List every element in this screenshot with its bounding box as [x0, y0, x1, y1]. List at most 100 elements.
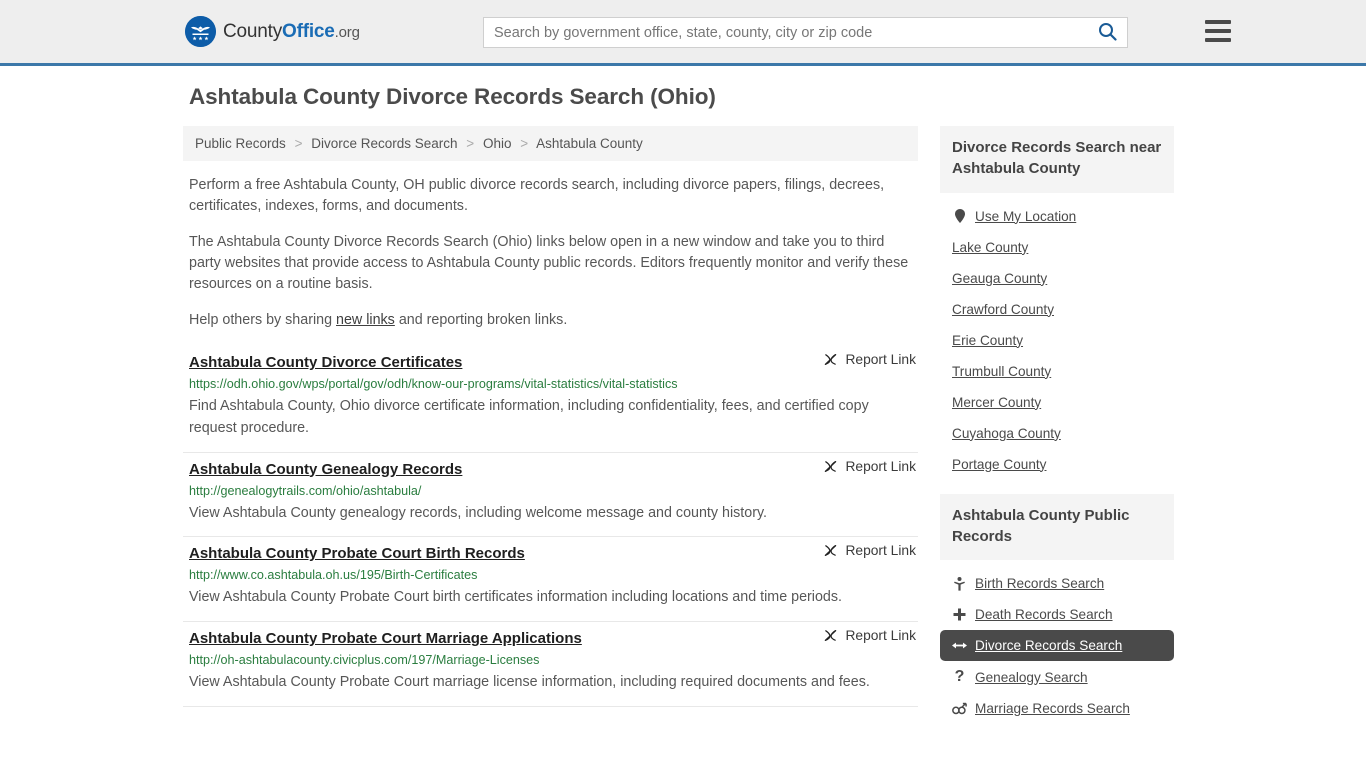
- result-description: View Ashtabula County genealogy records,…: [189, 504, 768, 521]
- result-header: Ashtabula County Probate Court Marriage …: [189, 628, 918, 647]
- result-description: View Ashtabula County Probate Court birt…: [189, 589, 842, 606]
- content-columns: Public Records > Divorce Records Search …: [183, 126, 1183, 738]
- sidebar-item-label: Geauga County: [952, 270, 1048, 286]
- list-item: Divorce Records Search: [940, 630, 1174, 662]
- male-female-icon: [952, 702, 967, 715]
- sidebar-item-label: Genealogy Search: [975, 669, 1088, 685]
- map-pin-icon: [952, 209, 967, 224]
- broken-link-icon: [823, 459, 838, 474]
- list-item: Lake County: [940, 232, 1174, 263]
- broken-link-icon: [823, 543, 838, 558]
- sidebar-item-divorce-records-search[interactable]: Divorce Records Search: [940, 630, 1174, 662]
- site-logo[interactable]: CountyOffice.org: [185, 16, 360, 47]
- breadcrumb-separator: >: [520, 136, 529, 151]
- page-title: Ashtabula County Divorce Records Search …: [189, 84, 716, 109]
- report-link-button[interactable]: Report Link: [823, 543, 918, 558]
- result-description: View Ashtabula County Probate Court marr…: [189, 673, 870, 690]
- search-input[interactable]: [484, 18, 1087, 47]
- header-inner: CountyOffice.org: [183, 0, 1231, 63]
- breadcrumb-item-ohio[interactable]: Ohio: [483, 136, 512, 151]
- public-records-panel: Ashtabula County Public Records Birth Re…: [940, 493, 1174, 725]
- sidebar-item-use-my-location[interactable]: Use My Location: [940, 201, 1174, 232]
- list-item: Use My Location: [940, 201, 1174, 232]
- breadcrumb: Public Records > Divorce Records Search …: [183, 126, 918, 161]
- nearby-counties-panel: Divorce Records Search near Ashtabula Co…: [940, 126, 1174, 480]
- sidebar-item-birth-records-search[interactable]: Birth Records Search: [940, 568, 1174, 599]
- breadcrumb-separator: >: [466, 136, 475, 151]
- list-item: Mercer County: [940, 387, 1174, 418]
- report-link-label: Report Link: [845, 458, 916, 474]
- intro-p3-after: and reporting broken links.: [394, 312, 568, 329]
- result-url[interactable]: http://genealogytrails.com/ohio/ashtabul…: [189, 484, 918, 498]
- sidebar-item-label: Mercer County: [952, 394, 1042, 410]
- sidebar-item-mercer-county[interactable]: Mercer County: [940, 387, 1174, 418]
- report-link-button[interactable]: Report Link: [823, 628, 918, 643]
- sidebar-item-lake-county[interactable]: Lake County: [940, 232, 1174, 263]
- nearby-counties-heading: Divorce Records Search near Ashtabula Co…: [940, 126, 1174, 193]
- intro-text: Perform a free Ashtabula County, OH publ…: [183, 175, 918, 331]
- report-link-label: Report Link: [845, 627, 916, 643]
- list-item: Trumbull County: [940, 356, 1174, 387]
- left-right-arrow-icon: [952, 640, 967, 651]
- breadcrumb-item-ashtabula-county: Ashtabula County: [536, 136, 643, 151]
- sidebar: Divorce Records Search near Ashtabula Co…: [940, 126, 1174, 738]
- report-link-label: Report Link: [845, 352, 916, 368]
- sidebar-item-cuyahoga-county[interactable]: Cuyahoga County: [940, 418, 1174, 449]
- sidebar-item-trumbull-county[interactable]: Trumbull County: [940, 356, 1174, 387]
- report-link-button[interactable]: Report Link: [823, 459, 918, 474]
- hamburger-bar-3: [1205, 38, 1231, 42]
- result-header: Ashtabula County Divorce Certificates Re…: [189, 352, 918, 371]
- sidebar-item-label: Death Records Search: [975, 607, 1113, 623]
- sidebar-item-crawford-county[interactable]: Crawford County: [940, 294, 1174, 325]
- list-item: ? Genealogy Search: [940, 661, 1174, 693]
- sidebar-item-label: Crawford County: [952, 301, 1054, 317]
- sidebar-item-geauga-county[interactable]: Geauga County: [940, 263, 1174, 294]
- sidebar-item-genealogy-search[interactable]: ? Genealogy Search: [940, 661, 1174, 693]
- page-container: Ashtabula County Divorce Records Search …: [183, 66, 1183, 738]
- result-url[interactable]: http://www.co.ashtabula.oh.us/195/Birth-…: [189, 568, 918, 582]
- breadcrumb-item-divorce-records-search[interactable]: Divorce Records Search: [311, 136, 457, 151]
- sidebar-item-label: Cuyahoga County: [952, 425, 1061, 441]
- report-link-label: Report Link: [845, 543, 916, 559]
- main-content: Public Records > Divorce Records Search …: [183, 126, 918, 707]
- result-title-link[interactable]: Ashtabula County Probate Court Marriage …: [189, 630, 582, 647]
- brand-org-text: .org: [334, 23, 360, 41]
- sidebar-item-erie-county[interactable]: Erie County: [940, 325, 1174, 356]
- result-item: Ashtabula County Divorce Certificates Re…: [183, 346, 918, 453]
- list-item: Marriage Records Search: [940, 693, 1174, 724]
- report-link-button[interactable]: Report Link: [823, 352, 918, 367]
- result-item: Ashtabula County Genealogy Records Repor…: [183, 453, 918, 538]
- sidebar-item-label: Trumbull County: [952, 363, 1052, 379]
- sidebar-item-portage-county[interactable]: Portage County: [940, 449, 1174, 480]
- sidebar-item-label: Portage County: [952, 456, 1047, 472]
- search-button[interactable]: [1087, 18, 1127, 47]
- result-description: Find Ashtabula County, Ohio divorce cert…: [189, 398, 869, 436]
- brand-wordmark: CountyOffice.org: [223, 21, 360, 43]
- breadcrumb-item-public-records[interactable]: Public Records: [195, 136, 286, 151]
- result-title-link[interactable]: Ashtabula County Divorce Certificates: [189, 354, 462, 371]
- nearby-counties-list: Use My Location Lake County Geauga Count…: [940, 193, 1174, 480]
- result-item: Ashtabula County Probate Court Marriage …: [183, 622, 918, 707]
- sidebar-item-label: Erie County: [952, 332, 1024, 348]
- hamburger-menu-button[interactable]: [1205, 20, 1231, 42]
- broken-link-icon: [823, 628, 838, 643]
- result-header: Ashtabula County Genealogy Records Repor…: [189, 459, 918, 478]
- result-url[interactable]: https://odh.ohio.gov/wps/portal/gov/odh/…: [189, 377, 918, 391]
- result-header: Ashtabula County Probate Court Birth Rec…: [189, 543, 918, 562]
- list-item: Crawford County: [940, 294, 1174, 325]
- cross-icon: [952, 608, 967, 621]
- public-records-heading: Ashtabula County Public Records: [940, 493, 1174, 561]
- sidebar-item-label: Marriage Records Search: [975, 701, 1130, 717]
- sidebar-item-marriage-records-search[interactable]: Marriage Records Search: [940, 693, 1174, 724]
- result-title-link[interactable]: Ashtabula County Probate Court Birth Rec…: [189, 545, 525, 562]
- new-links-link[interactable]: new links: [336, 312, 395, 328]
- sidebar-item-death-records-search[interactable]: Death Records Search: [940, 599, 1174, 630]
- search-bar[interactable]: [483, 17, 1128, 48]
- result-url[interactable]: http://oh-ashtabulacounty.civicplus.com/…: [189, 653, 918, 667]
- brand-county-text: County: [223, 20, 283, 42]
- list-item: Geauga County: [940, 263, 1174, 294]
- intro-p3-before: Help others by sharing: [189, 312, 337, 329]
- hamburger-bar-2: [1205, 29, 1231, 33]
- result-title-link[interactable]: Ashtabula County Genealogy Records: [189, 461, 462, 478]
- broken-link-icon: [823, 352, 838, 367]
